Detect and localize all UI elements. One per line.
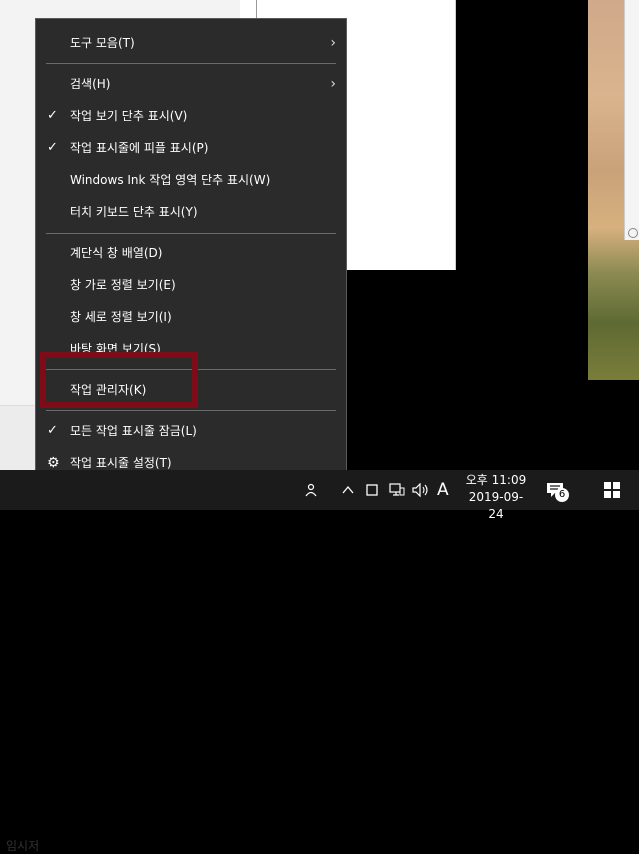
taskbar-context-menu: 도구 모음(T) › 검색(H) › ✓ 작업 보기 단추 표시(V) ✓ 작업… bbox=[35, 18, 347, 486]
notification-count-badge: 6 bbox=[555, 488, 569, 502]
menu-item-label: 모든 작업 표시줄 잠금(L) bbox=[70, 424, 197, 438]
checkmark-icon: ✓ bbox=[47, 108, 58, 123]
chevron-up-icon[interactable] bbox=[342, 470, 354, 510]
menu-item-label: 작업 보기 단추 표시(V) bbox=[70, 109, 188, 123]
menu-item-label: 도구 모음(T) bbox=[70, 36, 135, 50]
background-scroll-panel bbox=[624, 0, 639, 240]
menu-item-label: 창 세로 정렬 보기(I) bbox=[70, 310, 172, 324]
menu-item-stack-windows[interactable]: 창 가로 정렬 보기(E) bbox=[36, 270, 346, 300]
desktop-wallpaper-photo bbox=[588, 0, 639, 380]
menu-item-label: 창 가로 정렬 보기(E) bbox=[70, 278, 176, 292]
ime-indicator[interactable]: A bbox=[437, 470, 449, 510]
menu-separator bbox=[46, 233, 336, 234]
radio-icon bbox=[628, 228, 638, 238]
menu-item-label: 검색(H) bbox=[70, 77, 111, 91]
clock-date: 2019-09-24 bbox=[468, 490, 524, 521]
menu-item-cascade-windows[interactable]: 계단식 창 배열(D) bbox=[36, 238, 346, 268]
menu-item-label: 계단식 창 배열(D) bbox=[70, 246, 163, 260]
menu-item-label: 터치 키보드 단추 표시(Y) bbox=[70, 205, 198, 219]
chevron-right-icon: › bbox=[330, 35, 336, 51]
menu-item-show-people[interactable]: ✓ 작업 표시줄에 피플 표시(P) bbox=[36, 133, 346, 163]
checkmark-icon: ✓ bbox=[47, 140, 58, 155]
people-icon[interactable] bbox=[305, 470, 319, 510]
menu-item-toolbars[interactable]: 도구 모음(T) › bbox=[36, 28, 346, 58]
menu-item-label: 작업 표시줄에 피플 표시(P) bbox=[70, 141, 209, 155]
background-window-text: 임시저 bbox=[6, 839, 40, 853]
tablet-icon[interactable] bbox=[366, 470, 378, 510]
windows-start-icon[interactable] bbox=[604, 482, 620, 498]
menu-item-lock-taskbar[interactable]: ✓ 모든 작업 표시줄 잠금(L) bbox=[36, 416, 346, 446]
clock-time: 오후 11:09 bbox=[465, 473, 527, 487]
menu-item-label: Windows Ink 작업 영역 단추 표시(W) bbox=[70, 173, 271, 187]
menu-item-show-touch-keyboard[interactable]: 터치 키보드 단추 표시(Y) bbox=[36, 197, 346, 227]
menu-separator bbox=[46, 63, 336, 64]
menu-item-search[interactable]: 검색(H) › bbox=[36, 69, 346, 99]
menu-item-side-by-side-windows[interactable]: 창 세로 정렬 보기(I) bbox=[36, 302, 346, 332]
chevron-right-icon: › bbox=[330, 76, 336, 92]
menu-item-show-task-view[interactable]: ✓ 작업 보기 단추 표시(V) bbox=[36, 101, 346, 131]
task-manager-highlight-box bbox=[40, 352, 198, 408]
menu-item-show-windows-ink[interactable]: Windows Ink 작업 영역 단추 표시(W) bbox=[36, 165, 346, 195]
background-window-line bbox=[256, 0, 257, 20]
checkmark-icon: ✓ bbox=[47, 423, 58, 438]
taskbar: A 오후 11:09 2019-09-24 bbox=[0, 470, 639, 521]
taskbar-clock[interactable]: 오후 11:09 2019-09-24 bbox=[462, 472, 530, 523]
menu-separator bbox=[46, 410, 336, 411]
volume-icon[interactable] bbox=[412, 470, 430, 510]
network-icon[interactable] bbox=[389, 470, 405, 510]
